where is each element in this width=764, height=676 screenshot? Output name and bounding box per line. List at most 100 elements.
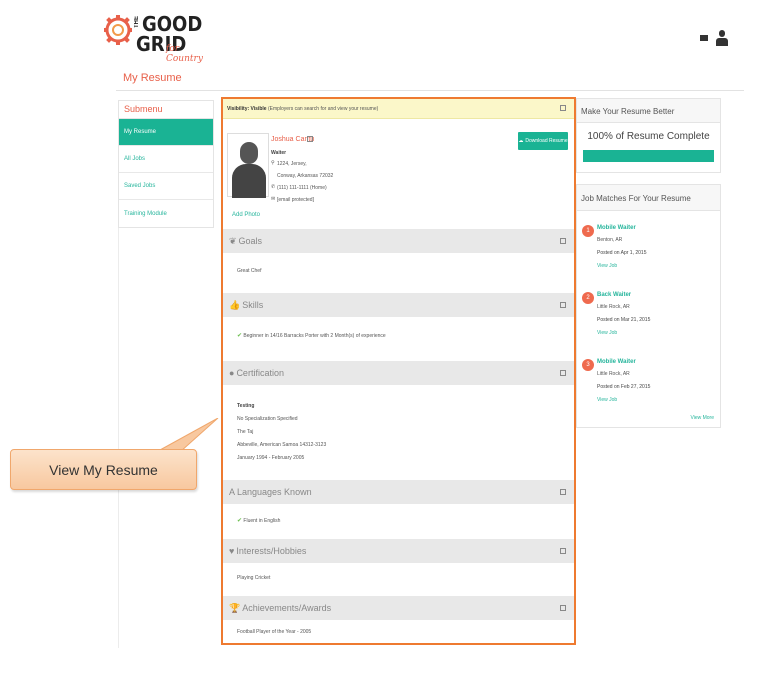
- divider: [118, 228, 119, 648]
- achievements-title: Achievements/Awards: [242, 603, 332, 613]
- divider: [116, 90, 744, 91]
- job-posted: Posted on Apr 1, 2015: [597, 250, 647, 256]
- job-matches-heading: Job Matches For Your Resume: [577, 185, 720, 211]
- section-skills: 👍 Skills: [223, 293, 574, 317]
- edit-languages-icon[interactable]: [560, 489, 566, 495]
- job-number-badge: 1: [582, 225, 594, 237]
- resume-complete-text: 100% of Resume Complete: [587, 131, 710, 142]
- certification-line: The Taj: [237, 429, 254, 435]
- view-job-link[interactable]: View Job: [597, 397, 617, 403]
- job-posted: Posted on Feb 27, 2015: [597, 384, 651, 390]
- sidebar-item-training-module[interactable]: Training Module: [119, 200, 213, 227]
- job-location: Benton, AR: [597, 237, 623, 243]
- achievements-body: Football Player of the Year - 2005: [223, 620, 574, 635]
- profile-address1: 1224, Jersey,: [277, 161, 307, 167]
- edit-certification-icon[interactable]: [560, 370, 566, 376]
- edit-interests-icon[interactable]: [560, 548, 566, 554]
- edit-goals-icon[interactable]: [560, 238, 566, 244]
- visibility-bar: Visibility: Visible (Employers can searc…: [223, 99, 574, 119]
- job-location: Little Rock, AR: [597, 371, 630, 377]
- skills-title: Skills: [242, 300, 264, 310]
- goals-icon: ❦: [229, 235, 237, 246]
- interests-text: Playing Cricket: [237, 575, 271, 581]
- view-job-link[interactable]: View Job: [597, 330, 617, 336]
- visibility-label: Visibility: Visible: [227, 106, 267, 112]
- job-posted: Posted on Mar 21, 2015: [597, 317, 651, 323]
- mail-icon[interactable]: [700, 35, 708, 41]
- goals-body: Great Chef: [223, 253, 574, 293]
- goals-title: Goals: [238, 236, 263, 246]
- job-title-link[interactable]: Mobile Waiter: [597, 225, 636, 231]
- profile-email: [email protected]: [277, 197, 314, 203]
- add-photo-link[interactable]: Add Photo: [232, 212, 260, 218]
- sidebar-item-saved-jobs[interactable]: Saved Jobs: [119, 173, 213, 200]
- header-actions: [700, 30, 728, 46]
- achievements-text: Football Player of the Year - 2005: [237, 629, 312, 635]
- languages-body: ✔ Fluent in English: [223, 504, 574, 539]
- sidebar-item-all-jobs[interactable]: All Jobs: [119, 146, 213, 173]
- certification-line: January 1994 - February 2005: [237, 455, 305, 461]
- job-item: 3 Mobile Waiter Little Rock, AR Posted o…: [577, 353, 720, 420]
- callout-box: View My Resume: [10, 449, 197, 490]
- section-interests: ♥ Interests/Hobbies: [223, 539, 574, 563]
- resume-progress-bar: [583, 150, 714, 162]
- languages-title: Languages Known: [237, 487, 312, 497]
- resume-better-card: Make Your Resume Better 100% of Resume C…: [576, 98, 721, 173]
- skills-text: Beginner in 14/16 Barracks Porter with 2…: [243, 333, 386, 339]
- check-icon: ✔: [237, 518, 243, 524]
- edit-skills-icon[interactable]: [560, 302, 566, 308]
- job-number-badge: 2: [582, 292, 594, 304]
- profile-phone: (111) 111-1111 (Home): [277, 185, 327, 191]
- gear-logo-icon: [104, 15, 132, 45]
- profile-section: Add Photo Joshua Cantu Waiter ⚲ 1224, Je…: [223, 119, 574, 229]
- visibility-note: (Employers can search for and view your …: [267, 106, 379, 112]
- download-resume-button[interactable]: ☁ Download Resume: [518, 132, 568, 150]
- email-icon: ✉: [271, 196, 276, 202]
- section-achievements: 🏆 Achievements/Awards: [223, 596, 574, 620]
- job-title-link[interactable]: Mobile Waiter: [597, 359, 636, 365]
- certification-line: No Specialization Specified: [237, 416, 298, 422]
- profile-job: Waiter: [271, 150, 287, 156]
- logo-good: GOOD: [142, 12, 203, 36]
- interests-title: Interests/Hobbies: [236, 546, 307, 556]
- job-title-link[interactable]: Back Waiter: [597, 292, 631, 298]
- view-more-link[interactable]: View More: [690, 415, 714, 421]
- profile-address2: Conway, Arkansas 72032: [277, 173, 334, 179]
- job-number-badge: 3: [582, 359, 594, 371]
- user-icon[interactable]: [716, 30, 728, 46]
- page-title: My Resume: [123, 72, 182, 84]
- check-icon: ✔: [237, 333, 243, 339]
- edit-name-icon[interactable]: [307, 136, 313, 142]
- heart-icon: ♥: [229, 546, 235, 556]
- download-label: Download Resume: [525, 138, 568, 144]
- download-icon: ☁: [518, 138, 524, 144]
- job-item: 1 Mobile Waiter Benton, AR Posted on Apr…: [577, 219, 720, 286]
- job-location: Little Rock, AR: [597, 304, 630, 310]
- edit-achievements-icon[interactable]: [560, 605, 566, 611]
- certification-line: Abbeville, American Samoa 14312-3123: [237, 442, 327, 448]
- resume-panel: Visibility: Visible (Employers can searc…: [221, 97, 576, 645]
- sidebar-item-my-resume[interactable]: My Resume: [119, 119, 213, 146]
- callout-text: View My Resume: [49, 462, 158, 478]
- avatar: [227, 133, 269, 198]
- site-logo[interactable]: THE GOOD GRID for Country: [104, 12, 203, 64]
- languages-text: Fluent in English: [243, 518, 281, 524]
- location-icon: ⚲: [271, 160, 275, 166]
- logo-tagline: for Country: [166, 44, 203, 64]
- language-icon: A: [229, 487, 236, 497]
- thumbs-up-icon: 👍: [229, 299, 241, 310]
- certification-title: Certification: [236, 368, 284, 378]
- skills-body: ✔ Beginner in 14/16 Barracks Porter with…: [223, 317, 574, 361]
- view-job-link[interactable]: View Job: [597, 263, 617, 269]
- job-matches-card: Job Matches For Your Resume 1 Mobile Wai…: [576, 184, 721, 428]
- sidebar: Submenu My Resume All Jobs Saved Jobs Tr…: [118, 100, 214, 228]
- goals-text: Great Chef: [237, 268, 262, 274]
- certification-body: Testing No Specialization Specified The …: [223, 385, 574, 480]
- job-item: 2 Back Waiter Little Rock, AR Posted on …: [577, 286, 720, 353]
- section-goals: ❦ Goals: [223, 229, 574, 253]
- section-certification: ● Certification: [223, 361, 574, 385]
- section-languages: A Languages Known: [223, 480, 574, 504]
- edit-icon[interactable]: [560, 105, 566, 111]
- sidebar-heading: Submenu: [119, 101, 213, 119]
- certification-icon: ●: [229, 368, 235, 378]
